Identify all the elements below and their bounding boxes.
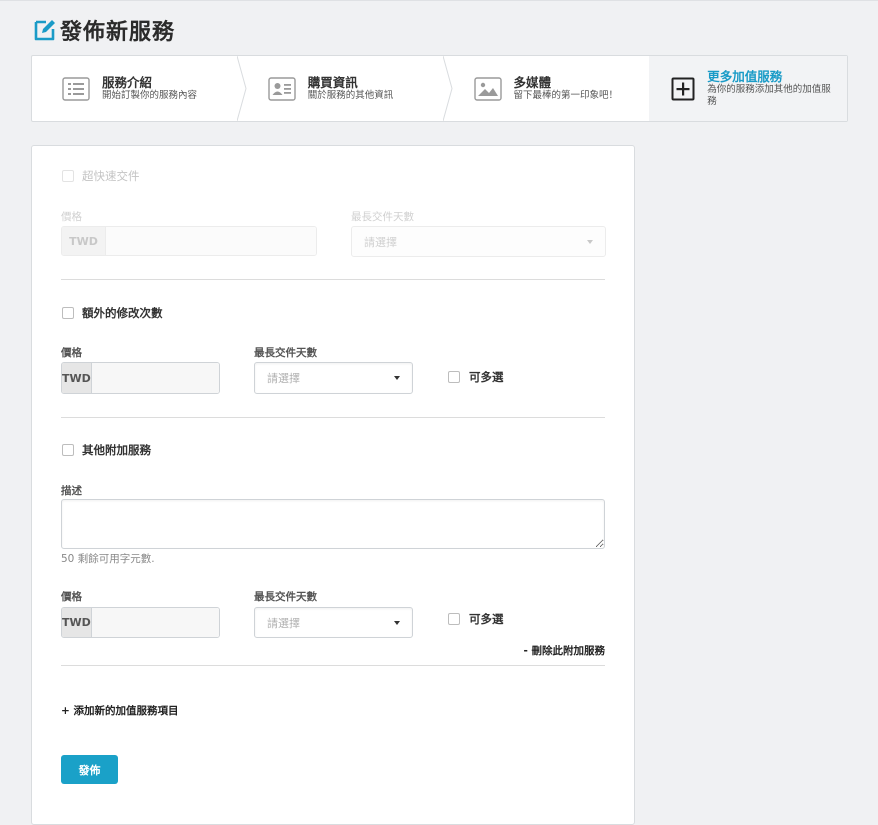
top-border [0, 0, 878, 1]
remove-extra-service-link[interactable]: - 刪除此附加服務 [523, 643, 605, 658]
step-subtitle: 留下最棒的第一印象吧！ [513, 90, 619, 101]
step-separator [236, 56, 247, 121]
description-label: 描述 [61, 485, 82, 497]
other-price-group: TWD [61, 607, 220, 638]
other-days-label: 最長交件天數 [254, 591, 317, 603]
step-title: 多媒體 [513, 75, 552, 90]
step-title: 購買資訊 [307, 75, 358, 90]
revisions-price-group: TWD [61, 362, 220, 394]
step-subtitle: 關於服務的其他資訊 [307, 90, 394, 101]
plus-square-icon [671, 77, 695, 100]
express-price-input[interactable] [106, 227, 316, 255]
section-divider [61, 279, 605, 280]
edit-icon [34, 20, 55, 41]
revisions-multi-label: 可多選 [469, 370, 504, 384]
section-divider [61, 665, 605, 666]
step-subtitle: 開始訂製你的服務內容 [102, 90, 198, 101]
other-service-label: 其他附加服務 [82, 443, 151, 457]
currency-addon: TWD [62, 363, 92, 393]
select-placeholder: 請選擇 [364, 235, 397, 249]
section-divider [61, 417, 605, 418]
step-navigation: 服務介紹 開始訂製你的服務內容 購買資訊 關於服務的其他資訊 多媒體 留下最棒的… [31, 55, 848, 122]
chars-remaining-hint: 50 剩餘可用字元數. [61, 553, 155, 565]
express-checkbox[interactable] [62, 170, 74, 182]
page-title: 發佈新服務 [60, 20, 176, 45]
revisions-price-input[interactable] [91, 363, 219, 393]
other-multi-checkbox[interactable] [448, 613, 460, 625]
revisions-label: 額外的修改次數 [82, 306, 163, 320]
revisions-checkbox[interactable] [62, 307, 74, 319]
step-media[interactable]: 多媒體 留下最棒的第一印象吧！ [444, 56, 650, 121]
other-days-select[interactable]: 請選擇 [254, 607, 413, 638]
caret-down-icon [394, 376, 400, 380]
other-price-label: 價格 [61, 591, 82, 603]
revisions-multi-checkbox[interactable] [448, 371, 460, 383]
step-service-intro[interactable]: 服務介紹 開始訂製你的服務內容 [32, 56, 247, 121]
revisions-days-label: 最長交件天數 [254, 347, 317, 359]
select-placeholder: 請選擇 [267, 372, 300, 385]
revisions-price-label: 價格 [61, 347, 82, 359]
step-subtitle: 為你的服務添加其他的加值服務 [707, 84, 831, 107]
other-service-checkbox[interactable] [62, 444, 74, 456]
express-days-select[interactable]: 請選擇 [351, 226, 606, 257]
list-icon [62, 76, 90, 101]
step-purchase-info[interactable]: 購買資訊 關於服務的其他資訊 [238, 56, 453, 121]
currency-addon: TWD [62, 227, 106, 255]
other-multi-label: 可多選 [469, 612, 504, 626]
image-icon [473, 76, 502, 101]
publish-button[interactable]: 發佈 [61, 755, 118, 784]
step-title: 更多加值服務 [707, 69, 783, 84]
express-label: 超快速交件 [82, 169, 140, 183]
page-header: 發佈新服務 [32, 14, 175, 46]
step-extra-services[interactable]: 更多加值服務 為你的服務添加其他的加值服務 [649, 56, 847, 121]
step-separator [442, 56, 453, 121]
express-price-label: 價格 [61, 211, 82, 223]
contact-card-icon [268, 76, 296, 101]
extra-services-form: 超快速交件 價格 TWD 最長交件天數 請選擇 額外的修改次數 價格 TWD 最… [31, 145, 635, 825]
add-extra-service-link[interactable]: + 添加新的加值服務項目 [61, 703, 178, 718]
express-days-label: 最長交件天數 [351, 211, 414, 223]
description-textarea[interactable] [61, 499, 605, 549]
express-price-group: TWD [61, 226, 317, 256]
caret-down-icon [587, 239, 593, 244]
other-price-input[interactable] [91, 608, 219, 637]
caret-down-icon [394, 620, 400, 625]
step-title: 服務介紹 [102, 75, 153, 90]
currency-addon: TWD [62, 608, 92, 637]
revisions-days-select[interactable]: 請選擇 [254, 362, 413, 394]
select-placeholder: 請選擇 [267, 616, 300, 630]
